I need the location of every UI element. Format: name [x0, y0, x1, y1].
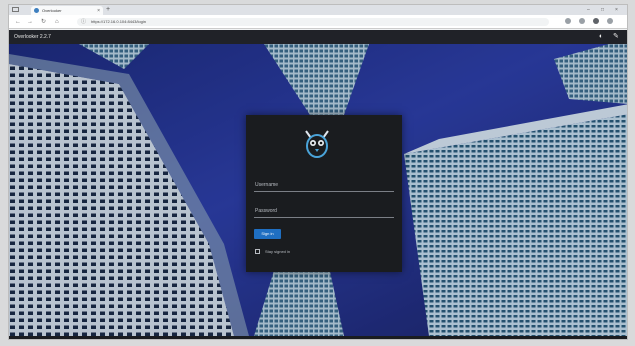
- minimize-button[interactable]: –: [587, 5, 590, 15]
- remember-checkbox[interactable]: [255, 249, 260, 254]
- tab-strip: Overlooker × + – □ ×: [9, 5, 627, 15]
- home-icon[interactable]: ⌂: [55, 18, 59, 26]
- extension-icon[interactable]: [579, 18, 585, 24]
- address-bar-row: ← → ↻ ⌂ ⓘ https://172.16.0.104:8443/logi…: [9, 15, 627, 29]
- app-viewport: Overlooker 2.2.7 ◐ ✎ Username Password S…: [9, 30, 627, 339]
- address-text: https://172.16.0.104:8443/login: [91, 19, 146, 24]
- forward-icon[interactable]: →: [27, 18, 33, 26]
- reload-icon[interactable]: ↻: [41, 18, 46, 26]
- login-panel: Username Password Sign in Stay signed in: [246, 115, 402, 272]
- tab-close-icon[interactable]: ×: [97, 8, 100, 14]
- password-placeholder: Password: [255, 208, 277, 214]
- theme-toggle-icon[interactable]: ◐: [599, 32, 603, 42]
- info-icon[interactable]: ⓘ: [81, 18, 86, 26]
- app-brand: Overlooker 2.2.7: [14, 34, 51, 40]
- back-icon[interactable]: ←: [15, 18, 21, 26]
- browser-menu-icon[interactable]: [607, 18, 613, 24]
- profile-avatar[interactable]: [593, 18, 599, 24]
- browser-tab[interactable]: Overlooker ×: [31, 6, 103, 15]
- bookmark-icon[interactable]: [565, 18, 571, 24]
- browser-window: Overlooker × + – □ × ← → ↻ ⌂ ⓘ https://1…: [8, 4, 628, 340]
- tab-title: Overlooker: [42, 8, 62, 13]
- close-window-button[interactable]: ×: [615, 5, 618, 15]
- address-input[interactable]: ⓘ https://172.16.0.104:8443/login: [77, 18, 549, 26]
- maximize-button[interactable]: □: [601, 5, 604, 15]
- signin-button[interactable]: Sign in: [254, 229, 281, 239]
- new-tab-button[interactable]: +: [106, 6, 110, 14]
- status-bar: [9, 336, 627, 339]
- window-menu-icon[interactable]: [12, 7, 19, 12]
- password-field[interactable]: Password: [254, 204, 394, 218]
- username-placeholder: Username: [255, 182, 279, 188]
- remember-me[interactable]: Stay signed in: [255, 249, 290, 254]
- remember-label: Stay signed in: [265, 249, 291, 254]
- app-header: Overlooker 2.2.7 ◐ ✎: [9, 30, 627, 44]
- settings-icon[interactable]: ✎: [613, 32, 619, 42]
- username-field[interactable]: Username: [254, 178, 394, 192]
- favicon-icon: [34, 8, 39, 13]
- owl-logo-icon: [305, 130, 329, 158]
